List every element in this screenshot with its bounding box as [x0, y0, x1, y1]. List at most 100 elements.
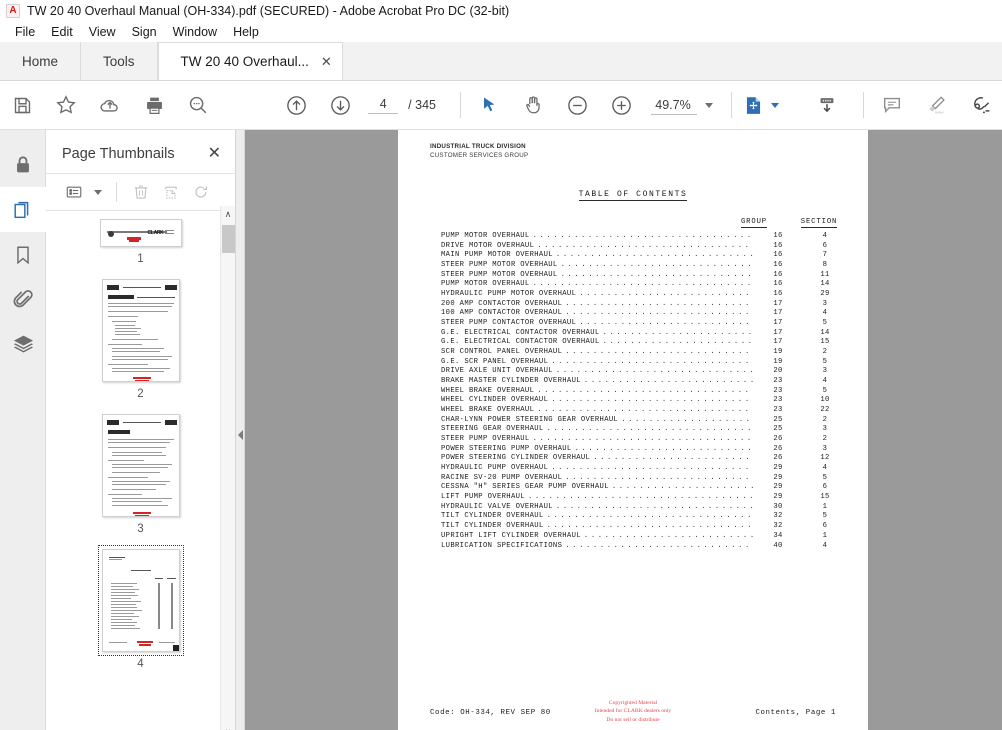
- rail-item-lock[interactable]: [0, 142, 46, 187]
- thumbnail-preview[interactable]: [101, 549, 180, 652]
- zoom-level-value[interactable]: 49.7%: [651, 96, 697, 115]
- rail-item-bookmarks[interactable]: [0, 232, 46, 277]
- search-icon[interactable]: [176, 83, 220, 127]
- toc-entry-row: HYDRAULIC PUMP MOTOR OVERHAUL...........…: [441, 290, 850, 300]
- collapse-panel-button[interactable]: [236, 130, 245, 730]
- toc-entry-leader-dots: ........................................…: [565, 473, 753, 482]
- toc-entry-section: 3: [822, 425, 828, 434]
- thumbnail-selection-handle[interactable]: [172, 645, 179, 651]
- thumbnails-panel-header: Page Thumbnails ✕: [46, 135, 235, 173]
- page-preview-1: CLARK: [100, 220, 181, 246]
- arrow-down-circle-icon[interactable]: [318, 83, 362, 127]
- zoom-in-icon[interactable]: [599, 83, 643, 127]
- thumbnail-number: 1: [137, 253, 144, 265]
- thumbnail-item[interactable]: 2: [46, 279, 235, 400]
- toc-entry-section: 4: [822, 464, 828, 473]
- toc-entry-leader-dots: ........................................…: [532, 280, 753, 289]
- thumbnail-number: 2: [137, 388, 144, 400]
- toc-entry-leader-dots: ........................................…: [565, 309, 753, 318]
- toc-entry-leader-dots: ........................................…: [527, 493, 753, 502]
- thumbnail-item[interactable]: 3: [46, 414, 235, 535]
- delete-pages-icon[interactable]: [127, 178, 155, 206]
- star-icon[interactable]: [44, 83, 88, 127]
- toc-entry-leader-dots: ........................................…: [551, 464, 753, 473]
- page-navigation: / 345: [368, 96, 436, 114]
- menu-item-help[interactable]: Help: [225, 23, 267, 41]
- thumbnail-size-dropdown[interactable]: [90, 178, 106, 206]
- thumbnail-preview[interactable]: CLARK: [99, 219, 182, 247]
- toc-entry-group: 23: [773, 377, 783, 386]
- highlight-icon[interactable]: [914, 83, 958, 127]
- save-icon[interactable]: [0, 83, 44, 127]
- print-icon[interactable]: [132, 83, 176, 127]
- current-page-input[interactable]: [368, 96, 399, 114]
- thumbnail-wrap[interactable]: [97, 545, 184, 656]
- toc-entry-group: 19: [773, 348, 783, 357]
- thumbnail-preview[interactable]: [101, 279, 180, 382]
- thumbnail-item[interactable]: CLARK 1: [46, 219, 235, 265]
- menu-item-file[interactable]: File: [7, 23, 43, 41]
- toc-entry-group: 16: [773, 241, 783, 250]
- menu-item-window[interactable]: Window: [165, 23, 225, 41]
- thumbnail-size-icon[interactable]: [60, 178, 88, 206]
- close-icon[interactable]: ✕: [321, 54, 332, 70]
- rotate-pages-icon[interactable]: [187, 178, 215, 206]
- zoom-control[interactable]: 49.7%: [651, 96, 717, 115]
- toc-entry-row: POWER STEERING PUMP OVERHAUL............…: [441, 445, 850, 455]
- menu-item-view[interactable]: View: [81, 23, 124, 41]
- toc-entry-group: 23: [773, 406, 783, 415]
- toc-entry-leader-dots: ........................................…: [551, 357, 753, 366]
- document-viewport[interactable]: INDUSTRIAL TRUCK DIVISION CUSTOMER SERVI…: [236, 130, 1002, 730]
- toc-entry-title: LUBRICATION SPECIFICATIONS: [441, 541, 563, 550]
- toc-entry-group: 26: [773, 444, 783, 453]
- rail-item-layers[interactable]: [0, 322, 46, 367]
- toc-entry-section: 7: [822, 251, 828, 260]
- scroll-down-icon[interactable]: ∨: [221, 724, 236, 730]
- toc-entry-leader-dots: ........................................…: [555, 502, 753, 511]
- fit-page-icon[interactable]: [738, 83, 768, 127]
- sign-icon[interactable]: [958, 83, 1002, 127]
- chevron-down-icon[interactable]: [705, 102, 713, 108]
- toc-entry-leader-dots: ........................................…: [532, 435, 753, 444]
- main-toolbar: / 345 49.7%: [0, 81, 1002, 130]
- toc-entry-row: G.E. ELECTRICAL CONTACTOR OVERHAUL......…: [441, 338, 850, 348]
- toc-entry-title: WHEEL BRAKE OVERHAUL: [441, 386, 535, 395]
- toc-entry-section: 2: [822, 435, 828, 444]
- menu-item-sign[interactable]: Sign: [124, 23, 165, 41]
- tab-document[interactable]: TW 20 40 Overhaul... ✕: [157, 42, 343, 80]
- fit-page-dropdown[interactable]: [768, 102, 787, 108]
- rail-item-page-thumbnails[interactable]: [0, 187, 46, 232]
- thumbnail-item[interactable]: 4: [46, 545, 235, 670]
- hand-icon[interactable]: [511, 83, 555, 127]
- thumbnail-wrap[interactable]: CLARK: [99, 219, 182, 247]
- menu-item-edit[interactable]: Edit: [43, 23, 81, 41]
- toc-entry-group: 30: [773, 502, 783, 511]
- close-icon[interactable]: ✕: [208, 146, 221, 162]
- scroll-page-down-icon[interactable]: [805, 83, 849, 127]
- document-page[interactable]: INDUSTRIAL TRUCK DIVISION CUSTOMER SERVI…: [398, 130, 868, 730]
- zoom-out-icon[interactable]: [555, 83, 599, 127]
- toc-entry-leader-dots: ........................................…: [551, 396, 753, 405]
- thumbnail-wrap[interactable]: [101, 279, 180, 382]
- document-group-label: CUSTOMER SERVICES GROUP: [430, 152, 529, 159]
- toc-entry-group: 34: [773, 531, 783, 540]
- tab-home[interactable]: Home: [0, 42, 82, 80]
- comment-icon[interactable]: [870, 83, 914, 127]
- toc-entry-title: CESSNA "H" SERIES GEAR PUMP OVERHAUL: [441, 483, 609, 492]
- rail-item-attachments[interactable]: [0, 277, 46, 322]
- thumbnail-wrap[interactable]: [101, 414, 180, 517]
- toc-entry-row: WHEEL BRAKE OVERHAUL....................…: [441, 387, 850, 397]
- thumbnail-preview[interactable]: [101, 414, 180, 517]
- scrollbar-thumb[interactable]: [222, 225, 235, 253]
- extract-pages-icon[interactable]: [157, 178, 185, 206]
- arrow-up-circle-icon[interactable]: [274, 83, 318, 127]
- toolbar-divider-3: [863, 92, 864, 118]
- scroll-up-icon[interactable]: ∧: [221, 206, 236, 222]
- thumbnails-list[interactable]: CLARK 1 2 3 4: [46, 211, 235, 730]
- tab-tools[interactable]: Tools: [81, 42, 158, 80]
- select-cursor-icon[interactable]: [467, 83, 511, 127]
- thumbnails-scrollbar[interactable]: ∧ ∨: [220, 206, 235, 730]
- toc-entry-group: 25: [773, 415, 783, 424]
- toc-entry-title: WHEEL CYLINDER OVERHAUL: [441, 396, 549, 405]
- cloud-upload-icon[interactable]: [88, 83, 132, 127]
